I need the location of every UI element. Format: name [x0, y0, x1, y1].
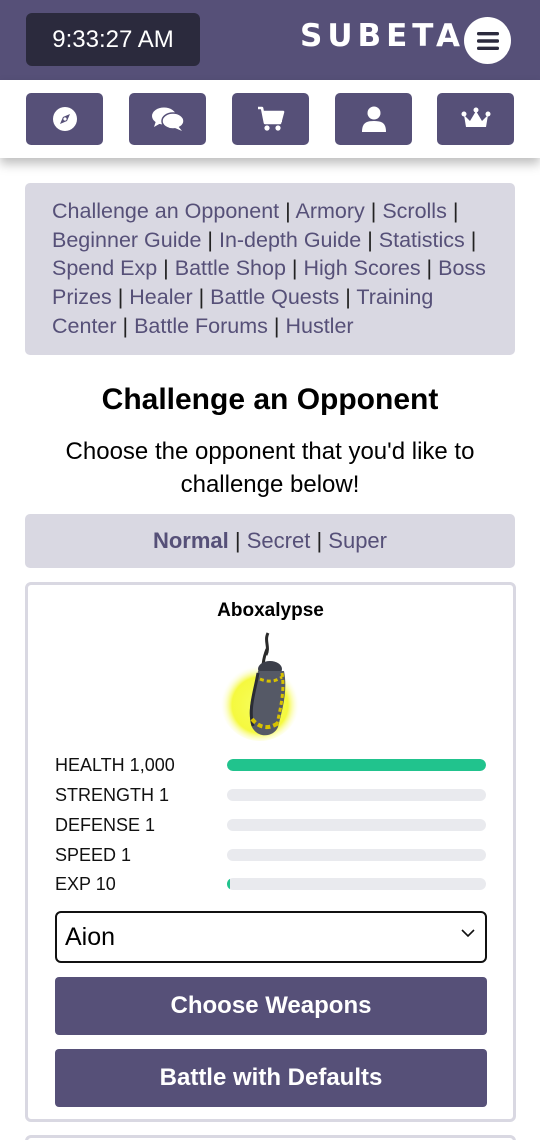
link-scrolls[interactable]: Scrolls: [382, 199, 447, 223]
link-battle-quests[interactable]: Battle Quests: [210, 285, 339, 309]
stat-speed-label: SPEED 1: [55, 845, 132, 865]
page-subtitle: Choose the opponent that you'd like to c…: [65, 438, 475, 498]
crown-icon: [461, 107, 490, 127]
page-title: Challenge an Opponent: [101, 383, 439, 416]
battle-defaults-button[interactable]: Battle with Defaults: [55, 1049, 487, 1107]
stat-strength-bar: [227, 789, 486, 801]
stat-health-fill: [227, 759, 486, 771]
tab-super[interactable]: Super: [328, 528, 387, 554]
stat-exp-label: EXP 10: [55, 874, 116, 894]
link-beginner-guide[interactable]: Beginner Guide: [52, 228, 201, 252]
brand-logo[interactable]: SUBETA: [300, 18, 465, 54]
compass-icon: [52, 107, 77, 131]
stat-defense-bar: [227, 819, 486, 831]
stat-exp-fill: [227, 878, 230, 890]
chat-button[interactable]: [129, 93, 206, 145]
top-bar: 9:33:27 AM SUBETA: [0, 0, 540, 80]
clock: 9:33:27 AM: [26, 13, 200, 66]
next-opponent-card: [25, 1135, 516, 1140]
hamburger-icon: [476, 31, 499, 50]
link-spend-exp[interactable]: Spend Exp: [52, 256, 157, 280]
opponent-name: Aboxalypse: [217, 600, 324, 621]
stat-health-bar: [227, 759, 486, 771]
stat-speed-bar: [227, 849, 486, 861]
link-high-scores[interactable]: High Scores: [303, 256, 420, 280]
tab-secret[interactable]: Secret: [247, 528, 311, 554]
shop-button[interactable]: [232, 93, 309, 145]
difficulty-tabs: Normal | Secret | Super: [25, 514, 515, 568]
choose-weapons-button[interactable]: Choose Weapons: [55, 977, 487, 1035]
link-in-depth-guide[interactable]: In-depth Guide: [219, 228, 361, 252]
cart-icon: [257, 106, 284, 131]
link-challenge-opponent[interactable]: Challenge an Opponent: [52, 199, 279, 223]
explore-button[interactable]: [26, 93, 103, 145]
stat-defense-label: DEFENSE 1: [55, 815, 156, 835]
stat-health-label: HEALTH 1,000: [55, 755, 175, 775]
pet-select-value: Aion: [65, 922, 116, 951]
tab-normal[interactable]: Normal: [153, 528, 229, 554]
chevron-down-icon: [461, 929, 475, 938]
link-armory[interactable]: Armory: [296, 199, 365, 223]
icon-nav: [0, 80, 540, 158]
link-hustler[interactable]: Hustler: [285, 314, 353, 338]
opponent-image: [220, 632, 300, 741]
stat-strength-label: STRENGTH 1: [55, 785, 170, 805]
profile-button[interactable]: [335, 93, 412, 145]
user-icon: [361, 106, 386, 132]
pet-select[interactable]: Aion: [55, 911, 487, 963]
link-healer[interactable]: Healer: [129, 285, 192, 309]
link-battle-forums[interactable]: Battle Forums: [134, 314, 268, 338]
link-statistics[interactable]: Statistics: [379, 228, 465, 252]
premium-button[interactable]: [437, 93, 514, 145]
stat-exp-bar: [227, 878, 486, 890]
chat-icon: [151, 107, 185, 131]
battle-links-panel: Challenge an Opponent | Armory | Scrolls…: [25, 183, 515, 355]
menu-button[interactable]: [464, 17, 511, 64]
link-battle-shop[interactable]: Battle Shop: [175, 256, 286, 280]
opponent-card: Aboxalypse HEALTH 1,000 STRENGTH 1 DEFEN…: [25, 582, 516, 1122]
